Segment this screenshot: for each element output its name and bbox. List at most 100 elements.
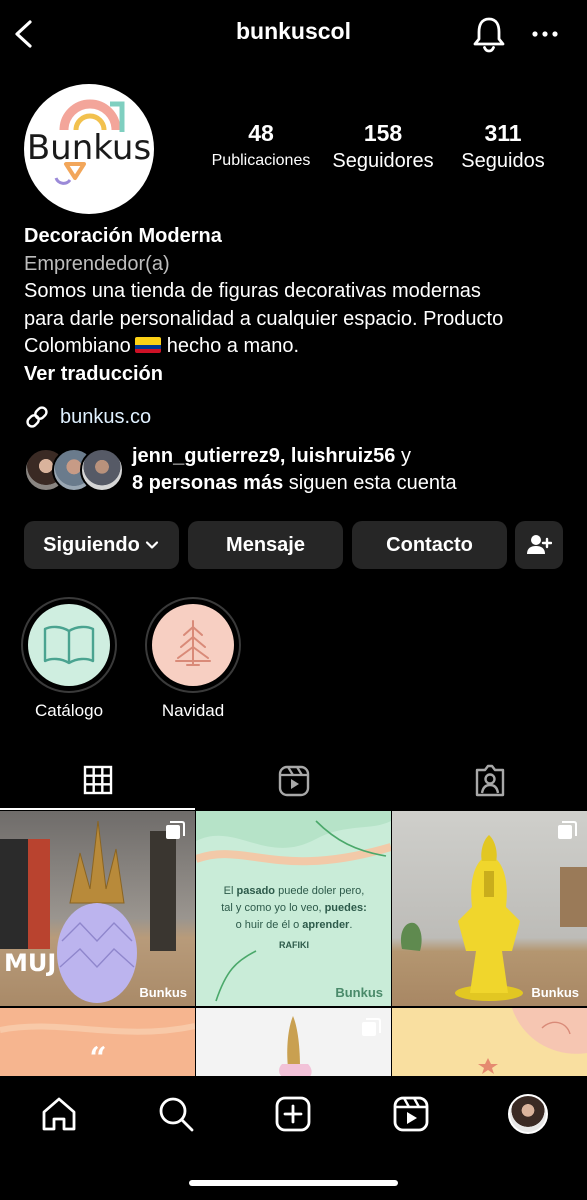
quote-part: puedes:	[324, 902, 367, 914]
website-link[interactable]: bunkus.co	[24, 402, 151, 432]
profile-name: Decoración Moderna	[24, 225, 222, 247]
add-user-icon	[527, 535, 552, 554]
svg-text:Bunkus: Bunkus	[27, 128, 151, 168]
bunkus-watermark: Bunkus	[335, 985, 383, 1000]
post-spartan[interactable]: Bunkus	[392, 811, 587, 1006]
bunkus-logo: Bunkus	[27, 99, 151, 185]
bio-line: Colombiano hecho a mano.	[24, 333, 564, 361]
stat-posts[interactable]: 48 Publicaciones	[205, 118, 317, 174]
nav-home[interactable]	[39, 1094, 79, 1134]
nav-reels[interactable]	[391, 1094, 431, 1134]
profile-avatar	[508, 1094, 548, 1134]
message-label: Mensaje	[226, 533, 305, 556]
notifications-button[interactable]	[470, 14, 508, 54]
highlight-label: Navidad	[161, 701, 225, 720]
post-unicorn[interactable]	[196, 1008, 391, 1076]
post-quote[interactable]: El pasado puede doler pero, tal y como y…	[196, 811, 391, 1006]
profile-tabs	[0, 752, 587, 810]
posts-grid: MUJ Bunkus El pasado puede doler pero, t…	[0, 811, 587, 1076]
followers-count: 158	[363, 120, 403, 146]
mutual-users: jenn_gutierrez9, luishruiz56	[132, 445, 396, 467]
bottom-navigation	[0, 1076, 587, 1200]
highlight-cover	[152, 604, 234, 686]
profile-category: Emprendedor(a)	[24, 252, 170, 275]
message-button[interactable]: Mensaje	[188, 521, 343, 569]
home-icon	[42, 1097, 76, 1131]
highlight-cover	[28, 604, 110, 686]
contact-button[interactable]: Contacto	[352, 521, 507, 569]
conjunction-text: y	[400, 445, 411, 467]
posts-label: Publicaciones	[211, 152, 311, 169]
suggested-users-button[interactable]	[515, 521, 563, 569]
website-url: bunkus.co	[60, 405, 152, 428]
follower-avatars	[24, 448, 124, 492]
tab-posts-grid[interactable]	[0, 752, 195, 810]
bio-text: Colombiano	[24, 335, 131, 357]
quote-author: RAFIKI	[279, 940, 309, 950]
bio-line: Somos una tienda de figuras decorativas …	[24, 280, 481, 302]
highlight-ring	[21, 597, 117, 693]
bio-line: para darle personalidad a cualquier espa…	[24, 307, 504, 330]
quote-part: pasado	[236, 885, 276, 897]
nav-profile[interactable]	[508, 1094, 548, 1134]
following-count: 311	[484, 120, 522, 146]
avatar	[80, 448, 124, 492]
highlight-ring	[145, 597, 241, 693]
tab-reels[interactable]	[196, 752, 391, 810]
highlight-navidad[interactable]: Navidad	[145, 597, 241, 721]
post-background-image: “	[0, 1023, 195, 1076]
bio-text: hecho a mano.	[166, 335, 300, 357]
following-button[interactable]: Siguiendo	[24, 521, 179, 569]
colombia-flag-icon	[134, 337, 161, 353]
quote-part: El	[223, 885, 234, 897]
svg-text:MUJ: MUJ	[4, 949, 56, 977]
bunkus-watermark: Bunkus	[531, 985, 579, 1000]
nav-create[interactable]	[273, 1094, 313, 1134]
post-background-image	[478, 1008, 587, 1074]
nav-search[interactable]	[156, 1094, 196, 1134]
quote-part: puede doler pero,	[278, 885, 365, 897]
following-label: Seguidos	[461, 150, 545, 172]
contact-label: Contacto	[386, 533, 473, 556]
quote-part: aprender	[302, 919, 350, 931]
stat-followers[interactable]: 158 Seguidores	[324, 118, 442, 174]
multiple-photos-icon	[362, 1018, 381, 1036]
reels-icon	[393, 1096, 429, 1132]
more-horizontal-icon	[532, 31, 558, 37]
multiple-photos-icon	[558, 821, 577, 839]
tagged-icon	[475, 764, 504, 797]
quote-part: tal y como yo lo veo,	[221, 902, 322, 914]
stat-following[interactable]: 311 Seguidos	[452, 118, 554, 174]
followed-by[interactable]: jenn_gutierrez9, luishruiz56 y 8 persona…	[24, 443, 574, 497]
quote-text: El pasado puede doler pero, tal y como y…	[210, 883, 378, 954]
followed-by-text: jenn_gutierrez9, luishruiz56 y 8 persona…	[132, 443, 457, 497]
more-count: 8 personas más	[132, 472, 284, 494]
bunkus-watermark: Bunkus	[139, 985, 187, 1000]
quote-part: o huir de él o	[235, 919, 300, 931]
quote-part: .	[349, 919, 353, 931]
bell-icon	[473, 17, 505, 53]
followed-suffix: siguen esta cuenta	[288, 472, 457, 494]
multiple-photos-icon	[166, 821, 185, 839]
top-bar: bunkuscol	[0, 0, 587, 68]
chevron-down-icon	[145, 541, 158, 549]
posts-count: 48	[248, 120, 274, 146]
profile-bio: Decoración Moderna Emprendedor(a) Somos …	[24, 223, 564, 388]
see-translation-link[interactable]: Ver traducción	[24, 361, 564, 389]
more-options-button[interactable]	[526, 18, 566, 50]
christmas-tree-icon	[175, 620, 211, 666]
search-icon	[159, 1097, 194, 1132]
open-book-icon	[43, 625, 95, 665]
tab-tagged[interactable]	[392, 752, 587, 810]
post-yellow[interactable]	[392, 1008, 587, 1076]
link-icon	[26, 406, 48, 428]
highlight-catalog[interactable]: Catálogo	[21, 597, 117, 721]
post-quote-orange[interactable]: “	[0, 1008, 195, 1076]
profile-picture[interactable]: Bunkus	[24, 84, 154, 214]
highlight-label: Catálogo	[34, 701, 104, 720]
post-pineapple[interactable]: MUJ Bunkus	[0, 811, 195, 1006]
grid-icon	[83, 765, 112, 795]
reels-icon	[278, 765, 309, 797]
home-indicator	[189, 1180, 398, 1186]
svg-text:“: “	[89, 1041, 106, 1076]
